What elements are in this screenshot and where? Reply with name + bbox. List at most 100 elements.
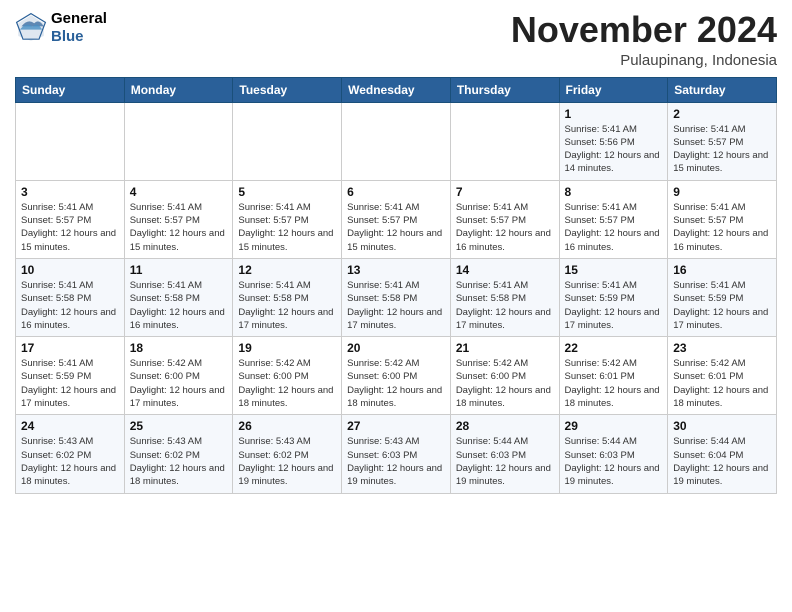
day-number: 16 — [673, 263, 771, 277]
calendar-cell: 12 Sunrise: 5:41 AM Sunset: 5:58 PM Dayli… — [233, 258, 342, 336]
calendar-cell — [450, 102, 559, 180]
page: General Blue November 2024 Pulaupinang, … — [0, 0, 792, 509]
calendar-cell: 28Sunrise: 5:44 AM Sunset: 6:03 PM Dayli… — [450, 415, 559, 493]
calendar-cell: 8 Sunrise: 5:41 AM Sunset: 5:57 PM Daylig… — [559, 180, 668, 258]
logo-text: General Blue — [51, 10, 107, 46]
day-number: 18 — [130, 341, 228, 355]
day-info: Sunrise: 5:41 AM Sunset: 5:58 PM Dayligh… — [347, 279, 445, 332]
day-info: Sunrise: 5:41 AM Sunset: 5:56 PM Dayligh… — [565, 123, 663, 176]
logo-icon — [15, 12, 47, 44]
calendar-cell: 30Sunrise: 5:44 AM Sunset: 6:04 PM Dayli… — [668, 415, 777, 493]
calendar-cell: 29 Sunrise: 5:44 AM Sunset: 6:03 PM Dayli… — [559, 415, 668, 493]
calendar-cell: 10 Sunrise: 5:41 AM Sunset: 5:58 PM Dayli… — [16, 258, 125, 336]
calendar-cell: 19 Sunrise: 5:42 AM Sunset: 6:00 PM Dayli… — [233, 337, 342, 415]
calendar-cell: 15Sunrise: 5:41 AM Sunset: 5:59 PM Dayli… — [559, 258, 668, 336]
location: Pulaupinang, Indonesia — [511, 52, 777, 69]
day-number: 7 — [456, 185, 554, 199]
day-info: Sunrise: 5:41 AM Sunset: 5:57 PM Dayligh… — [347, 201, 445, 254]
calendar-week-row: 1 Sunrise: 5:41 AM Sunset: 5:56 PM Daylig… — [16, 102, 777, 180]
calendar-cell: 6Sunrise: 5:41 AM Sunset: 5:57 PM Daylig… — [342, 180, 451, 258]
calendar-week-row: 24 Sunrise: 5:43 AM Sunset: 6:02 PM Dayli… — [16, 415, 777, 493]
day-number: 19 — [238, 341, 336, 355]
calendar-cell — [16, 102, 125, 180]
col-saturday: Saturday — [668, 77, 777, 102]
logo: General Blue — [15, 10, 107, 46]
calendar-cell: 9 Sunrise: 5:41 AM Sunset: 5:57 PM Daylig… — [668, 180, 777, 258]
day-info: Sunrise: 5:41 AM Sunset: 5:57 PM Dayligh… — [673, 123, 771, 176]
calendar-week-row: 17Sunrise: 5:41 AM Sunset: 5:59 PM Dayli… — [16, 337, 777, 415]
day-number: 28 — [456, 419, 554, 433]
day-info: Sunrise: 5:43 AM Sunset: 6:02 PM Dayligh… — [21, 435, 119, 488]
calendar-cell: 17Sunrise: 5:41 AM Sunset: 5:59 PM Dayli… — [16, 337, 125, 415]
title-area: November 2024 Pulaupinang, Indonesia — [511, 10, 777, 69]
day-info: Sunrise: 5:41 AM Sunset: 5:57 PM Dayligh… — [130, 201, 228, 254]
calendar-cell: 5Sunrise: 5:41 AM Sunset: 5:57 PM Daylig… — [233, 180, 342, 258]
calendar-cell: 7 Sunrise: 5:41 AM Sunset: 5:57 PM Daylig… — [450, 180, 559, 258]
day-number: 8 — [565, 185, 663, 199]
calendar-cell: 26 Sunrise: 5:43 AM Sunset: 6:02 PM Dayli… — [233, 415, 342, 493]
day-number: 2 — [673, 107, 771, 121]
calendar-cell: 3Sunrise: 5:41 AM Sunset: 5:57 PM Daylig… — [16, 180, 125, 258]
col-sunday: Sunday — [16, 77, 125, 102]
calendar-cell: 4 Sunrise: 5:41 AM Sunset: 5:57 PM Daylig… — [124, 180, 233, 258]
day-number: 3 — [21, 185, 119, 199]
day-info: Sunrise: 5:41 AM Sunset: 5:57 PM Dayligh… — [565, 201, 663, 254]
header: General Blue November 2024 Pulaupinang, … — [15, 10, 777, 69]
day-info: Sunrise: 5:43 AM Sunset: 6:02 PM Dayligh… — [238, 435, 336, 488]
calendar-cell: 22Sunrise: 5:42 AM Sunset: 6:01 PM Dayli… — [559, 337, 668, 415]
day-number: 9 — [673, 185, 771, 199]
day-number: 11 — [130, 263, 228, 277]
calendar-cell: 2 Sunrise: 5:41 AM Sunset: 5:57 PM Daylig… — [668, 102, 777, 180]
day-number: 20 — [347, 341, 445, 355]
calendar-cell: 13 Sunrise: 5:41 AM Sunset: 5:58 PM Dayli… — [342, 258, 451, 336]
day-number: 14 — [456, 263, 554, 277]
calendar-cell: 20 Sunrise: 5:42 AM Sunset: 6:00 PM Dayli… — [342, 337, 451, 415]
day-info: Sunrise: 5:41 AM Sunset: 5:58 PM Dayligh… — [21, 279, 119, 332]
day-info: Sunrise: 5:44 AM Sunset: 6:03 PM Dayligh… — [565, 435, 663, 488]
day-number: 30 — [673, 419, 771, 433]
day-info: Sunrise: 5:41 AM Sunset: 5:58 PM Dayligh… — [238, 279, 336, 332]
day-number: 27 — [347, 419, 445, 433]
day-info: Sunrise: 5:41 AM Sunset: 5:58 PM Dayligh… — [456, 279, 554, 332]
day-number: 29 — [565, 419, 663, 433]
day-number: 10 — [21, 263, 119, 277]
calendar-cell: 18 Sunrise: 5:42 AM Sunset: 6:00 PM Dayli… — [124, 337, 233, 415]
calendar-cell: 24 Sunrise: 5:43 AM Sunset: 6:02 PM Dayli… — [16, 415, 125, 493]
col-monday: Monday — [124, 77, 233, 102]
calendar-week-row: 3 Sunrise: 5:41 AM Sunset: 5:57 PM Daylig… — [16, 180, 777, 258]
day-number: 1 — [565, 107, 663, 121]
calendar-cell: 25Sunrise: 5:43 AM Sunset: 6:02 PM Dayli… — [124, 415, 233, 493]
day-info: Sunrise: 5:41 AM Sunset: 5:57 PM Dayligh… — [456, 201, 554, 254]
calendar-cell: 27 Sunrise: 5:43 AM Sunset: 6:03 PM Dayli… — [342, 415, 451, 493]
day-number: 17 — [21, 341, 119, 355]
day-number: 4 — [130, 185, 228, 199]
day-info: Sunrise: 5:43 AM Sunset: 6:03 PM Dayligh… — [347, 435, 445, 488]
day-number: 5 — [238, 185, 336, 199]
day-number: 12 — [238, 263, 336, 277]
day-info: Sunrise: 5:41 AM Sunset: 5:57 PM Dayligh… — [673, 201, 771, 254]
day-info: Sunrise: 5:42 AM Sunset: 6:00 PM Dayligh… — [238, 357, 336, 410]
calendar-week-row: 10 Sunrise: 5:41 AM Sunset: 5:58 PM Dayli… — [16, 258, 777, 336]
day-number: 21 — [456, 341, 554, 355]
calendar-cell: 16Sunrise: 5:41 AM Sunset: 5:59 PM Dayli… — [668, 258, 777, 336]
day-info: Sunrise: 5:42 AM Sunset: 6:01 PM Dayligh… — [673, 357, 771, 410]
calendar-cell: 21Sunrise: 5:42 AM Sunset: 6:00 PM Dayli… — [450, 337, 559, 415]
day-info: Sunrise: 5:41 AM Sunset: 5:59 PM Dayligh… — [565, 279, 663, 332]
calendar-cell: 23Sunrise: 5:42 AM Sunset: 6:01 PM Dayli… — [668, 337, 777, 415]
col-tuesday: Tuesday — [233, 77, 342, 102]
day-number: 13 — [347, 263, 445, 277]
day-number: 24 — [21, 419, 119, 433]
calendar-header: Sunday Monday Tuesday Wednesday Thursday… — [16, 77, 777, 102]
calendar-cell: 1 Sunrise: 5:41 AM Sunset: 5:56 PM Daylig… — [559, 102, 668, 180]
col-wednesday: Wednesday — [342, 77, 451, 102]
weekday-row: Sunday Monday Tuesday Wednesday Thursday… — [16, 77, 777, 102]
day-info: Sunrise: 5:42 AM Sunset: 6:01 PM Dayligh… — [565, 357, 663, 410]
day-info: Sunrise: 5:42 AM Sunset: 6:00 PM Dayligh… — [347, 357, 445, 410]
calendar-cell — [233, 102, 342, 180]
day-info: Sunrise: 5:41 AM Sunset: 5:58 PM Dayligh… — [130, 279, 228, 332]
day-number: 26 — [238, 419, 336, 433]
month-title: November 2024 — [511, 10, 777, 50]
logo-line2: Blue — [51, 28, 107, 46]
calendar-body: 1 Sunrise: 5:41 AM Sunset: 5:56 PM Daylig… — [16, 102, 777, 493]
day-info: Sunrise: 5:42 AM Sunset: 6:00 PM Dayligh… — [130, 357, 228, 410]
